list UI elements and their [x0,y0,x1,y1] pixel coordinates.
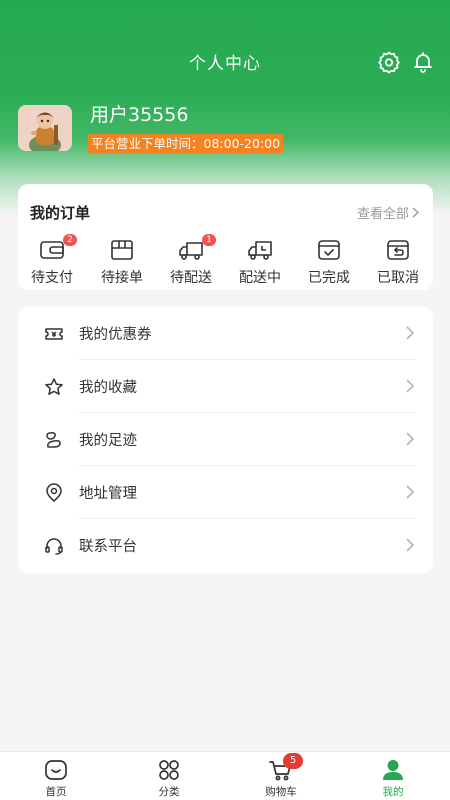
chevron-right-icon [406,485,415,499]
tab-home[interactable]: 首页 [16,758,96,799]
order-status-awaiting-acceptance[interactable]: 待接单 [92,239,152,287]
menu-item-label: 我的足迹 [79,433,137,449]
username: 用户35556 [90,104,189,126]
cancelled-box-icon [387,240,409,260]
completed-box-icon [318,240,340,260]
order-status-label: 待接单 [101,270,143,286]
menu-item-address[interactable]: 地址管理 [18,466,433,519]
chevron-right-icon [406,538,415,552]
gear-icon[interactable] [377,50,401,74]
headset-icon [45,538,63,555]
menu-item-contact[interactable]: 联系平台 [18,519,433,572]
menu-card: 我的优惠券 我的收藏 我的足迹 地址管理 联系平台 [18,307,433,573]
menu-item-label: 联系平台 [79,539,137,555]
chevron-right-icon [406,432,415,446]
package-icon [111,240,133,260]
order-status-in-delivery[interactable]: 配送中 [230,239,290,287]
menu-item-label: 地址管理 [79,486,137,502]
menu-item-label: 我的优惠券 [79,327,152,343]
menu-item-favorites[interactable]: 我的收藏 [18,360,433,413]
tab-label: 我的 [382,786,404,798]
tab-label: 首页 [45,786,67,798]
coupon-icon [45,328,63,340]
avatar[interactable] [18,105,72,151]
order-status-label: 待配送 [170,270,212,286]
bell-icon[interactable] [411,50,435,74]
order-status-label: 配送中 [239,270,281,286]
order-count-badge: 2 [63,234,77,246]
location-pin-icon [46,483,62,502]
category-icon [159,760,179,780]
order-status-label: 已取消 [377,270,419,286]
chevron-right-icon [406,379,415,393]
orders-card: 我的订单 查看全部 2 待支付 待接单 1 待配送 配送中 已完成 已取消 [18,184,433,290]
menu-item-label: 我的收藏 [79,380,137,396]
tab-label: 购物车 [265,786,297,798]
chevron-right-icon [406,326,415,340]
view-all-orders-link[interactable]: 查看全部 [357,203,419,222]
tab-profile[interactable]: 我的 [353,758,433,799]
view-all-label: 查看全部 [356,207,409,222]
wallet-icon [40,241,64,259]
menu-item-coupons[interactable]: 我的优惠券 [18,307,433,360]
cart-count-badge: 5 [283,753,303,769]
menu-item-footprints[interactable]: 我的足迹 [18,413,433,466]
order-status-label: 待支付 [31,270,73,286]
star-icon [45,378,63,395]
order-status-label: 已完成 [308,270,350,286]
order-status-awaiting-delivery[interactable]: 1 待配送 [161,234,221,287]
truck-icon [179,242,203,260]
tab-label: 分类 [158,786,180,798]
footprint-icon [46,432,61,448]
order-status-pending-payment[interactable]: 2 待支付 [22,234,82,287]
chevron-right-icon [412,207,419,218]
delivery-truck-icon [248,241,272,260]
tab-cart[interactable]: 5 购物车 [241,753,321,799]
orders-title: 我的订单 [30,204,91,222]
order-status-completed[interactable]: 已完成 [299,239,359,287]
bottom-tab-bar: 首页 分类 5 购物车 我的 [0,751,450,800]
order-count-badge: 1 [202,234,216,246]
order-status-cancelled[interactable]: 已取消 [368,239,428,287]
business-hours-badge: 平台营业下单时间：08:00-20:00 [88,134,284,153]
tab-category[interactable]: 分类 [129,758,209,799]
home-icon [45,760,67,780]
user-icon [383,760,403,780]
